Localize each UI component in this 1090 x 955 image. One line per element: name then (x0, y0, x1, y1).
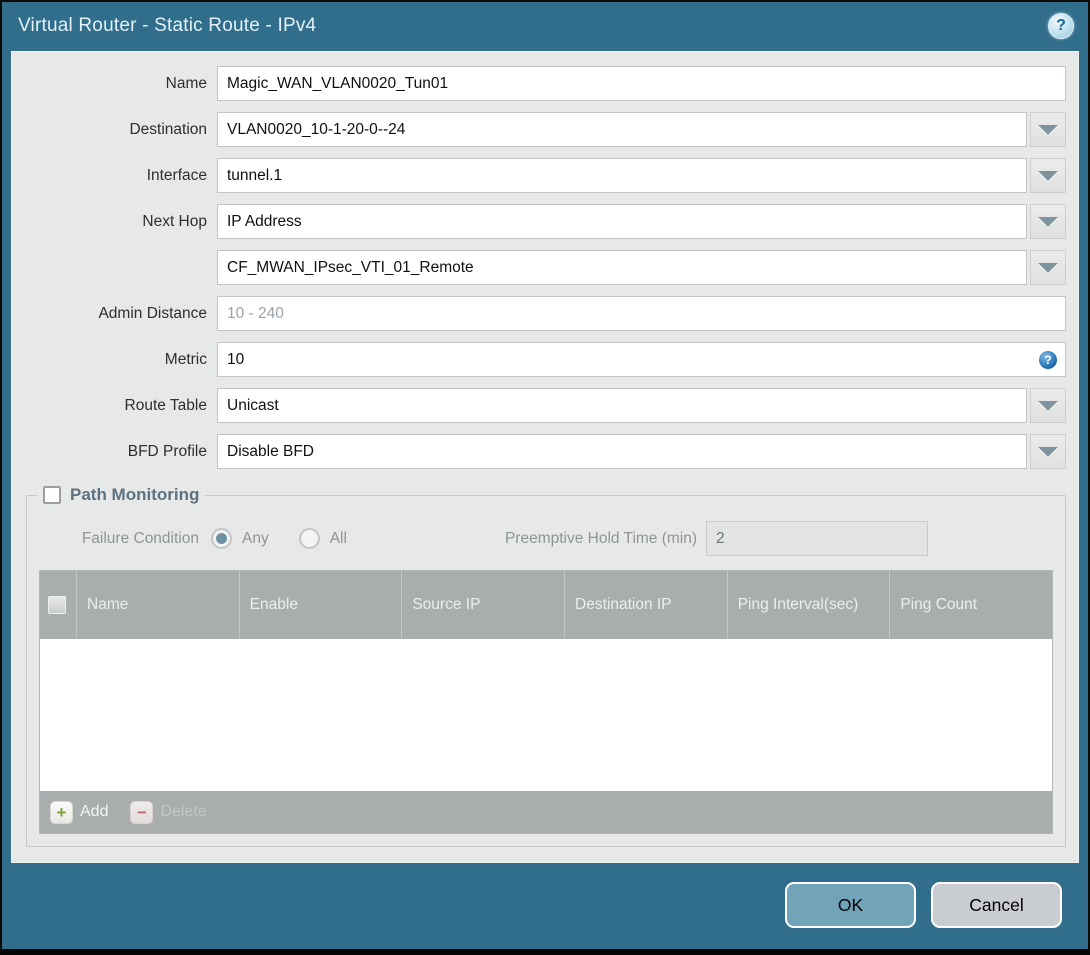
form-row-bfd-profile: BFD Profile (24, 434, 1066, 469)
chevron-down-icon (1038, 124, 1058, 135)
path-monitoring-checkbox[interactable] (43, 486, 61, 504)
dialog-button-bar: OK Cancel (785, 882, 1062, 928)
all-option-label: All (329, 529, 347, 547)
path-monitoring-table: Name Enable Source IP Destination IP Pin… (39, 570, 1053, 834)
static-route-dialog: Virtual Router - Static Route - IPv4 ? N… (0, 0, 1090, 955)
next-hop-label: Next Hop (142, 212, 207, 230)
chevron-down-icon (1038, 170, 1058, 181)
dialog-content: Name Destination Interface Next Hop (11, 51, 1079, 863)
path-monitoring-legend: Path Monitoring (37, 485, 205, 505)
bfd-profile-label: BFD Profile (127, 442, 207, 460)
add-button[interactable]: + Add (50, 800, 109, 824)
failure-condition-label: Failure Condition (81, 529, 199, 547)
form-row-destination: Destination (24, 112, 1066, 147)
failure-condition-any-option[interactable]: Any (211, 528, 269, 549)
bfd-profile-input[interactable] (217, 434, 1027, 469)
form-row-route-table: Route Table (24, 388, 1066, 423)
preemptive-hold-time-label: Preemptive Hold Time (min) (504, 529, 698, 547)
column-header-enable[interactable]: Enable (238, 571, 402, 639)
column-header-source-ip[interactable]: Source IP (401, 571, 564, 639)
chevron-down-icon (1038, 216, 1058, 227)
radio-selected-icon (211, 528, 232, 549)
table-header-row: Name Enable Source IP Destination IP Pin… (40, 571, 1052, 639)
select-all-checkbox[interactable] (48, 596, 66, 614)
form-row-metric: Metric ? (24, 342, 1066, 377)
radio-unselected-icon (298, 528, 320, 549)
chevron-down-icon (1038, 400, 1058, 411)
preemptive-hold-time-input[interactable] (706, 521, 929, 556)
table-footer-bar: + Add − Delete (40, 791, 1052, 833)
plus-icon: + (50, 800, 73, 824)
route-table-input[interactable] (217, 388, 1027, 423)
destination-dropdown-button[interactable] (1030, 112, 1066, 147)
route-table-label: Route Table (124, 396, 207, 414)
form-row-next-hop-address (24, 250, 1066, 285)
name-label: Name (165, 74, 207, 92)
delete-button[interactable]: − Delete (130, 800, 207, 824)
admin-distance-input[interactable] (217, 296, 1066, 331)
add-button-label: Add (80, 803, 109, 820)
route-table-dropdown-button[interactable] (1030, 388, 1066, 423)
select-all-header-cell (40, 571, 76, 639)
form-row-admin-distance: Admin Distance (24, 296, 1066, 331)
next-hop-address-dropdown-button[interactable] (1030, 250, 1066, 285)
form-row-name: Name (24, 66, 1066, 101)
cancel-button[interactable]: Cancel (931, 882, 1062, 928)
interface-label: Interface (146, 166, 207, 184)
dialog-title: Virtual Router - Static Route - IPv4 (18, 15, 317, 36)
chevron-down-icon (1038, 446, 1058, 457)
column-header-name[interactable]: Name (76, 571, 239, 639)
interface-input[interactable] (217, 158, 1027, 193)
admin-distance-label: Admin Distance (98, 304, 207, 322)
metric-input[interactable] (217, 342, 1066, 377)
destination-input[interactable] (217, 112, 1027, 147)
form-row-next-hop: Next Hop (24, 204, 1066, 239)
dialog-titlebar: Virtual Router - Static Route - IPv4 ? (2, 2, 1088, 50)
any-option-label: Any (242, 529, 269, 547)
column-header-destination-ip[interactable]: Destination IP (564, 571, 727, 639)
delete-button-label: Delete (160, 803, 207, 820)
metric-help-icon[interactable]: ? (1039, 350, 1057, 369)
help-icon[interactable]: ? (1048, 13, 1074, 39)
chevron-down-icon (1038, 262, 1058, 273)
path-monitoring-title: Path Monitoring (70, 485, 200, 504)
failure-condition-row: Failure Condition Any All Preemptive Hol… (39, 521, 1053, 556)
minus-icon: − (130, 800, 154, 824)
failure-condition-all-option[interactable]: All (298, 528, 347, 549)
column-header-ping-count[interactable]: Ping Count (889, 571, 1052, 639)
column-header-ping-interval[interactable]: Ping Interval(sec) (726, 571, 890, 639)
next-hop-address-input[interactable] (217, 250, 1027, 285)
table-body-empty (40, 639, 1052, 791)
destination-label: Destination (129, 120, 207, 138)
metric-label: Metric (164, 350, 207, 368)
bfd-profile-dropdown-button[interactable] (1030, 434, 1066, 469)
path-monitoring-section: Path Monitoring Failure Condition Any Al… (26, 485, 1066, 847)
interface-dropdown-button[interactable] (1030, 158, 1066, 193)
next-hop-type-dropdown-button[interactable] (1030, 204, 1066, 239)
form-row-interface: Interface (24, 158, 1066, 193)
ok-button[interactable]: OK (785, 882, 916, 928)
next-hop-type-input[interactable] (217, 204, 1027, 239)
name-input[interactable] (217, 66, 1066, 101)
